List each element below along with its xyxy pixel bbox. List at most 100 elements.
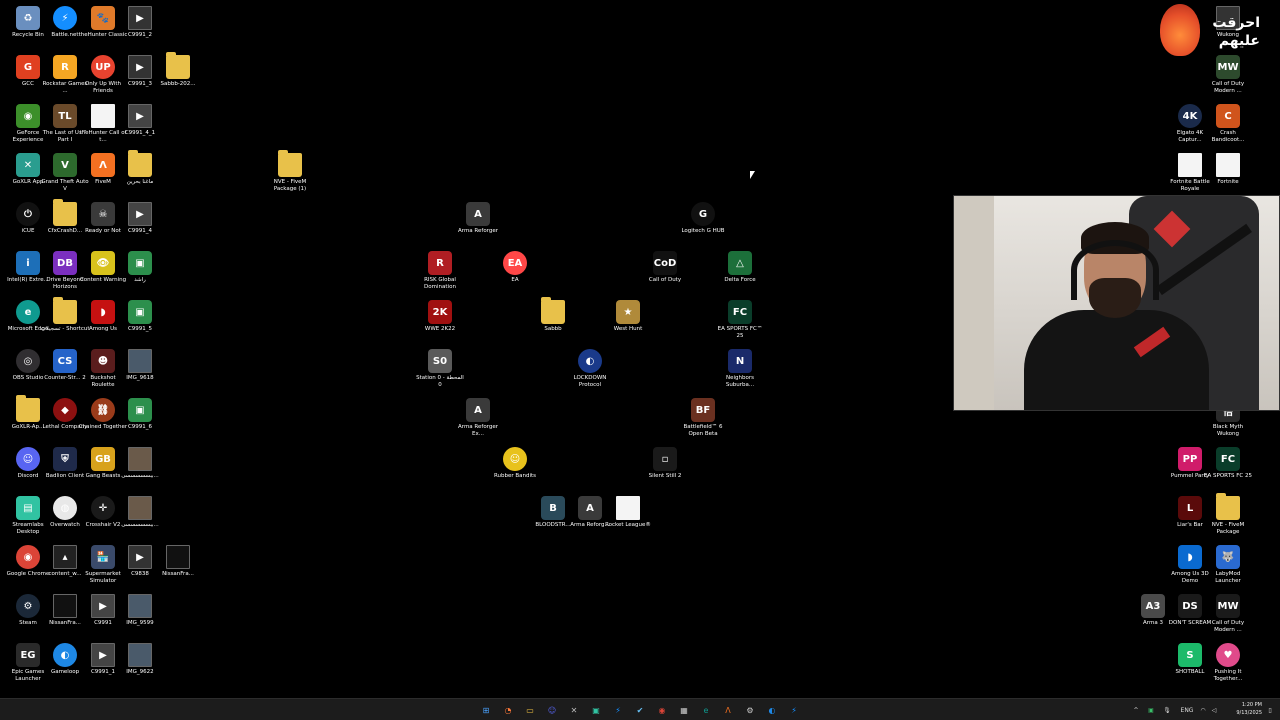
desktop-shortcut-label: LOCKDOWN Protocol [573, 375, 607, 388]
desktop-shortcut-label: C9991_4 [127, 228, 153, 234]
overwatch-icon: ◍ [53, 496, 77, 520]
fivem-icon: Λ [91, 153, 115, 177]
webcam-overlay [953, 195, 1280, 411]
desktop-shortcut[interactable]: Rocket League® [605, 496, 651, 529]
desktop-shortcut[interactable]: ببسسسسسی... [118, 447, 162, 480]
deltaforce-icon: △ [728, 251, 752, 275]
desktop-shortcut[interactable]: EA EA [493, 251, 537, 284]
desktop-shortcut[interactable]: 🐺 LabyMod Launcher [1206, 545, 1250, 585]
start-button[interactable]: ⊞ [479, 703, 493, 717]
desktop[interactable]: ♻ Recycle Bin ⚡ Battle.net 🐾 theHunter Classi… [0, 0, 1280, 698]
taskbar-app-icon[interactable]: ▣ [589, 703, 603, 717]
volume-icon[interactable]: ◁ [1209, 704, 1219, 716]
desktop-shortcut-label: ببسسسسسی... [121, 473, 159, 479]
taskbar-file-explorer-icon[interactable]: ▭ [523, 703, 537, 717]
icue-icon: ⏻ [16, 202, 40, 226]
lethal-icon: ◆ [53, 398, 77, 422]
desktop-shortcut-label: C9991_6 [127, 424, 153, 430]
codmw-icon: MW [1216, 594, 1240, 618]
taskbar-gameloop-icon[interactable]: ◐ [765, 703, 779, 717]
desktop-shortcut-label: Black Myth Wukong [1212, 424, 1244, 437]
desktop-shortcut[interactable]: IMG_9622 [118, 643, 162, 676]
taskbar-discord-icon[interactable]: ☺ [545, 703, 559, 717]
taskbar-settings-icon[interactable]: ⚙ [743, 703, 757, 717]
desktop-shortcut[interactable]: IMG_9599 [118, 594, 162, 627]
desktop-shortcut[interactable]: MW Call of Duty Modern ... [1206, 594, 1250, 634]
desktop-shortcut[interactable]: G Logitech G HUB [681, 202, 725, 235]
desktop-shortcut[interactable]: ▣ C9991_6 [118, 398, 162, 431]
gta-icon: V [53, 153, 77, 177]
folder-icon [166, 52, 190, 79]
language-indicator[interactable]: ENG [1178, 704, 1196, 716]
desktop-shortcut[interactable]: Fortnite [1206, 153, 1250, 186]
desktop-shortcut-label: Call of Duty Modern ... [1211, 620, 1245, 633]
taskbar-copilot-icon[interactable]: ◔ [501, 703, 515, 717]
taskbar-edge-icon[interactable]: e [699, 703, 713, 717]
westhunt-icon: ★ [616, 300, 640, 324]
desktop-shortcut[interactable]: Sabbb-202... [156, 52, 200, 88]
folder-tab [278, 150, 288, 154]
desktop-shortcut[interactable]: ▫ Silent Still 2 [643, 447, 687, 480]
taskbar-xbox-icon[interactable]: ✕ [567, 703, 581, 717]
desktop-shortcut[interactable]: ♥ Pushing It Together... [1206, 643, 1250, 683]
desktop-shortcut[interactable]: 2K WWE 2K22 [418, 300, 462, 333]
taskbar-fivem-icon[interactable]: Λ [721, 703, 735, 717]
tray-app-icon[interactable]: ▣ [1146, 704, 1156, 716]
desktop-shortcut[interactable]: NissanFra... [156, 545, 200, 578]
streamlabs-icon: ▤ [16, 496, 40, 520]
desktop-shortcut[interactable]: ▶ C9991_4_1 [118, 104, 162, 137]
desktop-shortcut-label: راشد [134, 277, 146, 283]
wifi-icon[interactable]: ◠ [1198, 704, 1208, 716]
station0-icon: S0 [428, 349, 452, 373]
taskbar-chrome-icon[interactable]: ◉ [655, 703, 669, 717]
desktop-shortcut[interactable]: IMG_9618 [118, 349, 162, 382]
shotball-icon: S [1178, 643, 1202, 667]
video-thumb-icon: ▶ [128, 6, 152, 30]
taskbar-battlenet2-icon[interactable]: ⚡ [787, 703, 801, 717]
desktop-shortcut-label: EA SPORTS FC™ 25 [717, 326, 763, 339]
file-icon [91, 104, 115, 128]
desktop-shortcut[interactable]: △ Delta Force [718, 251, 762, 284]
risk-icon: R [428, 251, 452, 275]
desktop-shortcut[interactable]: ◐ LOCKDOWN Protocol [568, 349, 612, 389]
desktop-shortcut[interactable]: ▣ C9991_5 [118, 300, 162, 333]
taskbar-steam-icon[interactable]: ✔ [633, 703, 647, 717]
desktop-shortcut[interactable]: S0 Station 0 - المحطة 0 [416, 349, 464, 389]
desktop-shortcut[interactable]: R RISK Global Domination [418, 251, 462, 291]
geforce-icon: ◉ [16, 104, 40, 128]
crosshair-icon: ✛ [91, 496, 115, 520]
folder-icon [128, 150, 152, 177]
desktop-shortcut[interactable]: Sabbb [531, 297, 575, 333]
desktop-shortcut[interactable]: A Arma Reforger [456, 202, 500, 235]
desktop-shortcut[interactable]: BF Battlefield™ 6 Open Beta [681, 398, 725, 438]
desktop-shortcut[interactable]: FC EA SPORTS FC™ 25 [718, 300, 762, 340]
desktop-shortcut[interactable]: C Crash Bandicoot... [1206, 104, 1250, 144]
notifications-icon[interactable]: ▯ [1265, 704, 1275, 716]
taskbar-battlenet-icon[interactable]: ⚡ [611, 703, 625, 717]
desktop-shortcut[interactable]: ☺ Rubber Bandits [493, 447, 537, 480]
desktop-shortcut[interactable]: ★ West Hunt [606, 300, 650, 333]
desktop-shortcut[interactable]: N Neighbors Suburba... [718, 349, 762, 389]
desktop-shortcut[interactable]: ▶ C9991_4 [118, 202, 162, 235]
file-icon [616, 496, 640, 520]
obs-icon: ◎ [16, 349, 40, 373]
desktop-shortcut[interactable]: ماغنا بحرين [118, 150, 162, 186]
desktop-shortcut[interactable]: ببسسسسسی... [118, 496, 162, 529]
desktop-shortcut[interactable]: NVE - FiveM Package [1206, 493, 1250, 536]
taskbar-calculator-icon[interactable]: ▦ [677, 703, 691, 717]
desktop-shortcut[interactable]: ▶ C9991_2 [118, 6, 162, 39]
desktop-shortcut[interactable]: A Arma Reforger Ex... [456, 398, 500, 438]
taskbar-clock[interactable]: 1:20 PM 9/13/2025 [1222, 701, 1262, 717]
desktop-shortcut-label: Logitech G HUB [681, 228, 725, 234]
desktop-shortcut-label: West Hunt [613, 326, 643, 332]
desktop-shortcut[interactable]: ▣ راشد [118, 251, 162, 284]
image-thumb-icon [53, 594, 77, 618]
tray-overflow-chevron-icon[interactable]: ^ [1131, 704, 1141, 716]
tray-microphone-icon[interactable]: 🎙 [1162, 704, 1172, 716]
desktop-shortcut[interactable]: CoD Call of Duty [643, 251, 687, 284]
amongus-icon: ◗ [91, 300, 115, 324]
desktop-shortcut-label: Neighbors Suburba... [725, 375, 755, 388]
dontscream-icon: DS [1178, 594, 1202, 618]
desktop-shortcut[interactable]: FC EA SPORTS FC 25 [1204, 447, 1252, 480]
desktop-shortcut[interactable]: NVE - FiveM Package (1) [268, 150, 312, 193]
